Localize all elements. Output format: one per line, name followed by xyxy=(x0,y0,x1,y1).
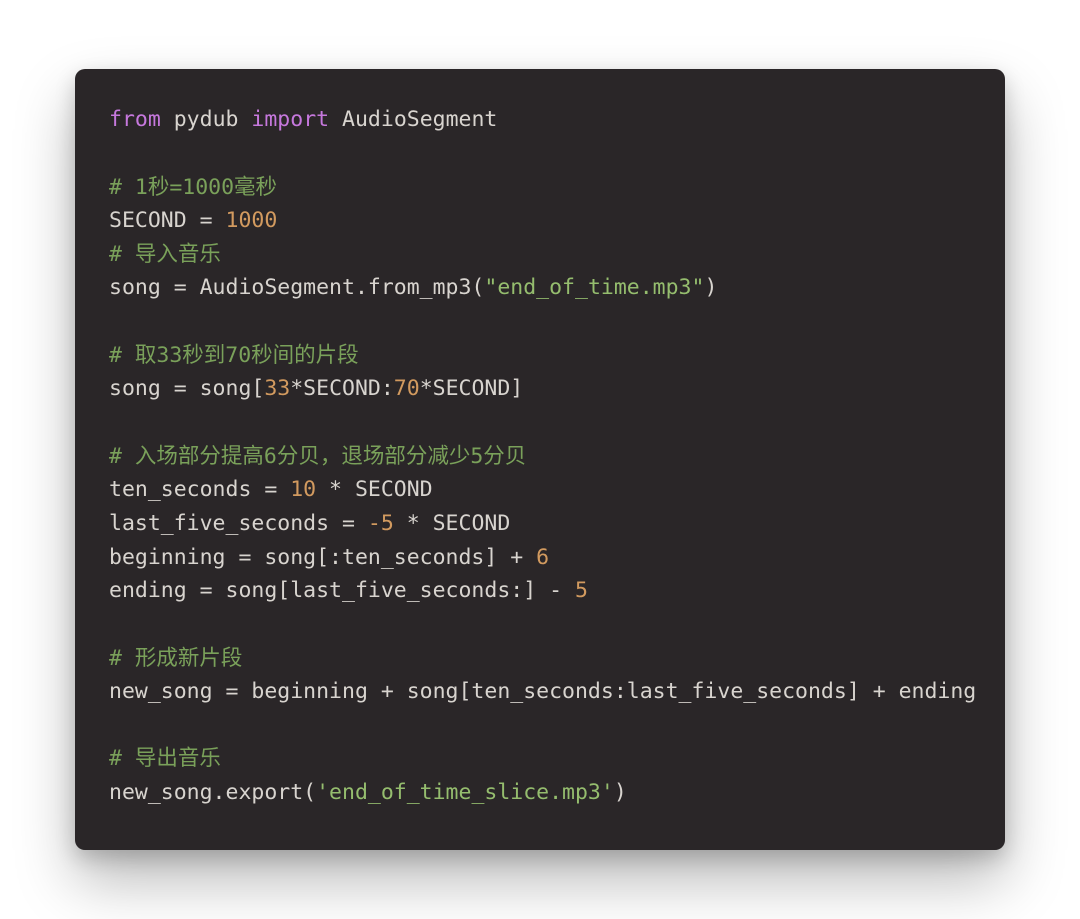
code-text: *SECOND] xyxy=(420,376,524,401)
code-text: last_five_seconds = xyxy=(109,511,368,536)
code-card: from pydub import AudioSegment # 1秒=1000… xyxy=(75,69,1005,849)
number: 1000 xyxy=(226,208,278,233)
variable: SECOND xyxy=(109,208,187,233)
code-text: * SECOND xyxy=(316,477,433,502)
number: -5 xyxy=(368,511,394,536)
punct: ) xyxy=(704,275,717,300)
code-block: from pydub import AudioSegment # 1秒=1000… xyxy=(109,103,971,809)
code-text: ten_seconds = xyxy=(109,477,290,502)
comment: # 形成新片段 xyxy=(109,646,242,671)
code-text: ending = song[last_five_seconds:] - xyxy=(109,578,575,603)
number: 10 xyxy=(290,477,316,502)
comment: # 导出音乐 xyxy=(109,746,221,771)
class-name: AudioSegment xyxy=(342,107,497,132)
code-text: new_song.export( xyxy=(109,780,316,805)
number: 33 xyxy=(264,376,290,401)
string: 'end_of_time_slice.mp3' xyxy=(316,780,614,805)
code-text: beginning = song[:ten_seconds] + xyxy=(109,545,536,570)
comment: # 入场部分提高6分贝，退场部分减少5分贝 xyxy=(109,444,526,469)
code-text: song = song[ xyxy=(109,376,264,401)
code-text: *SECOND: xyxy=(290,376,394,401)
comment: # 1秒=1000毫秒 xyxy=(109,175,277,200)
keyword-from: from xyxy=(109,107,161,132)
comment: # 取33秒到70秒间的片段 xyxy=(109,343,359,368)
number: 6 xyxy=(536,545,549,570)
punct: ) xyxy=(614,780,627,805)
code-text: * SECOND xyxy=(394,511,511,536)
comment: # 导入音乐 xyxy=(109,242,221,267)
number: 5 xyxy=(575,578,588,603)
code-text: song = AudioSegment.from_mp3( xyxy=(109,275,484,300)
module-name: pydub xyxy=(174,107,239,132)
keyword-import: import xyxy=(251,107,329,132)
operator: = xyxy=(187,208,226,233)
number: 70 xyxy=(394,376,420,401)
code-text: new_song = beginning + song[ten_seconds:… xyxy=(109,679,976,704)
string: "end_of_time.mp3" xyxy=(484,275,704,300)
